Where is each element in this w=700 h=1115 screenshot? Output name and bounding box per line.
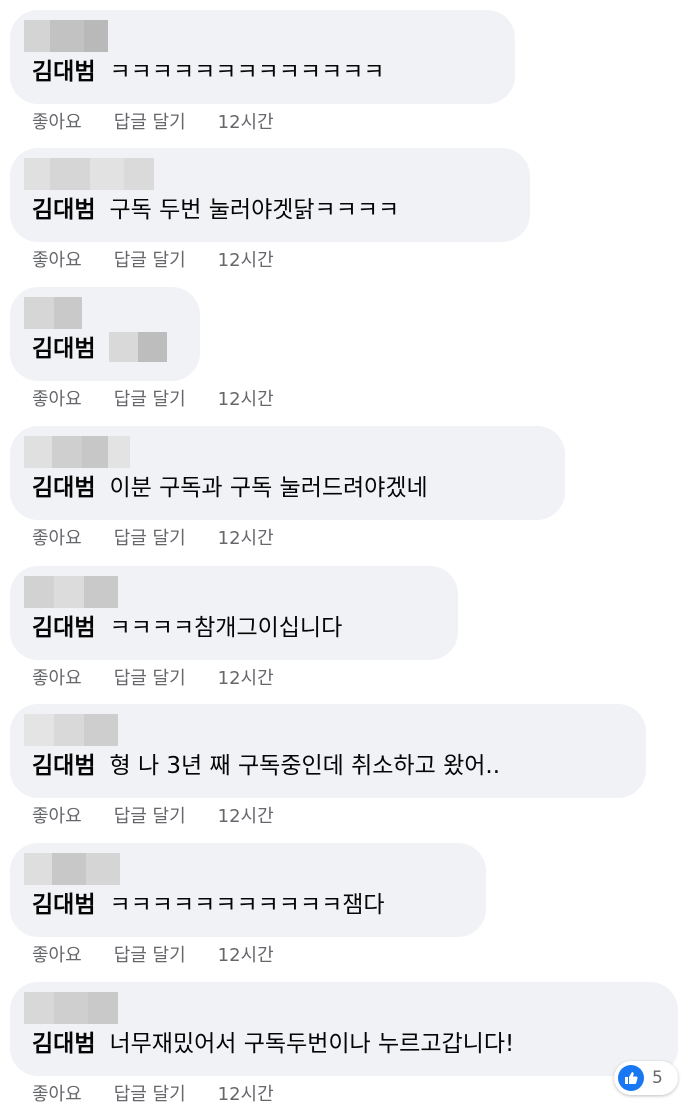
like-button[interactable]: 좋아요: [32, 248, 82, 274]
comment-line: 김대범 이분 구독과 구독 눌러드려야겠네: [32, 468, 428, 508]
comment-text: ㅋㅋㅋㅋㅋㅋㅋㅋㅋㅋㅋㅋㅋ: [109, 59, 385, 85]
blurred-name-redaction: [24, 158, 154, 190]
like-icon: [618, 1065, 644, 1091]
comment-timestamp[interactable]: 12시간: [218, 804, 274, 830]
comment-timestamp[interactable]: 12시간: [218, 248, 274, 274]
comment-line: 김대범: [32, 329, 168, 369]
reaction-count: 5: [652, 1068, 663, 1088]
comment-actions: 좋아요 답글 달기 12시간: [32, 387, 274, 413]
comment-line: 김대범 너무재밌어서 구독두번이나 누르고갑니다!: [32, 1024, 514, 1064]
comment-actions: 좋아요 답글 달기 12시간: [32, 110, 274, 136]
comment-author-link[interactable]: 김대범: [32, 1031, 95, 1057]
blurred-name-redaction: [24, 20, 108, 52]
comment-text: 구독 두번 눌러야겟닭ㅋㅋㅋㅋ: [109, 197, 400, 223]
comment-text: ㅋㅋㅋㅋㅋㅋㅋㅋㅋㅋㅋ잼다: [109, 892, 385, 918]
reply-button[interactable]: 답글 달기: [114, 1082, 186, 1108]
comment-author-link[interactable]: 김대범: [32, 753, 95, 779]
comment-author-link[interactable]: 김대범: [32, 336, 95, 362]
blurred-comment-text: [109, 332, 168, 362]
reply-button[interactable]: 답글 달기: [114, 110, 186, 136]
comment-text: 너무재밌어서 구독두번이나 누르고갑니다!: [109, 1031, 515, 1057]
comment-actions: 좋아요 답글 달기 12시간: [32, 526, 274, 552]
comment-timestamp[interactable]: 12시간: [218, 666, 274, 692]
comment-list: 김대범 ㅋㅋㅋㅋㅋㅋㅋㅋㅋㅋㅋㅋㅋ 좋아요 답글 달기 12시간 김대범 구독 두번 눌러야…: [0, 0, 700, 1115]
like-button[interactable]: 좋아요: [32, 1082, 82, 1108]
comment-bubble: 김대범: [10, 287, 200, 381]
blurred-name-redaction: [24, 576, 118, 608]
comment-line: 김대범 형 나 3년 째 구독중인데 취소하고 왔어..: [32, 746, 500, 786]
comment-author-link[interactable]: 김대범: [32, 475, 95, 501]
comment-item: 김대범 ㅋㅋㅋㅋㅋㅋㅋㅋㅋㅋㅋ잼다좋아요 답글 달기 12시간: [0, 833, 700, 971]
comment-bubble: 김대범 ㅋㅋㅋㅋㅋㅋㅋㅋㅋㅋㅋ잼다: [10, 843, 486, 937]
reply-button[interactable]: 답글 달기: [114, 804, 186, 830]
comment-bubble: 김대범 구독 두번 눌러야겟닭ㅋㅋㅋㅋ: [10, 148, 530, 242]
like-button[interactable]: 좋아요: [32, 387, 82, 413]
comment-actions: 좋아요 답글 달기 12시간: [32, 943, 274, 969]
like-button[interactable]: 좋아요: [32, 526, 82, 552]
comment-item: 김대범좋아요 답글 달기 12시간: [0, 277, 700, 415]
comment-line: 김대범 구독 두번 눌러야겟닭ㅋㅋㅋㅋ: [32, 190, 399, 230]
comment-timestamp[interactable]: 12시간: [218, 1082, 274, 1108]
like-button[interactable]: 좋아요: [32, 943, 82, 969]
comment-actions: 좋아요 답글 달기 12시간: [32, 248, 274, 274]
comment-item: 김대범 너무재밌어서 구독두번이나 누르고갑니다! 좋아요 답글 달기 12시간: [0, 972, 700, 1110]
comment-line: 김대범 ㅋㅋㅋㅋㅋㅋㅋㅋㅋㅋㅋ잼다: [32, 885, 385, 925]
comment-item: 김대범 ㅋㅋㅋㅋ참개그이십니다좋아요 답글 달기 12시간: [0, 556, 700, 694]
blurred-name-redaction: [24, 297, 82, 329]
comment-bubble: 김대범 너무재밌어서 구독두번이나 누르고갑니다!: [10, 982, 678, 1076]
comment-timestamp[interactable]: 12시간: [218, 526, 274, 552]
blurred-name-redaction: [24, 714, 118, 746]
comment-timestamp[interactable]: 12시간: [218, 943, 274, 969]
comment-bubble: 김대범 ㅋㅋㅋㅋ참개그이십니다: [10, 566, 458, 660]
blurred-name-redaction: [24, 436, 130, 468]
comment-bubble: 김대범 이분 구독과 구독 눌러드려야겠네: [10, 426, 565, 520]
comment-item: 김대범 형 나 3년 째 구독중인데 취소하고 왔어.. 좋아요 답글 달기 12시간: [0, 694, 700, 832]
comment-item: 김대범 구독 두번 눌러야겟닭ㅋㅋㅋㅋ 좋아요 답글 달기 12시간: [0, 138, 700, 276]
comment-actions: 좋아요 답글 달기 12시간: [32, 1082, 274, 1108]
comment-item: 김대범 이분 구독과 구독 눌러드려야겠네좋아요 답글 달기 12시간: [0, 416, 700, 554]
comment-item: 김대범 ㅋㅋㅋㅋㅋㅋㅋㅋㅋㅋㅋㅋㅋ 좋아요 답글 달기 12시간: [0, 0, 700, 138]
like-button[interactable]: 좋아요: [32, 804, 82, 830]
reply-button[interactable]: 답글 달기: [114, 666, 186, 692]
blurred-name-redaction: [24, 992, 118, 1024]
reply-button[interactable]: 답글 달기: [114, 526, 186, 552]
comment-author-link[interactable]: 김대범: [32, 197, 95, 223]
comment-author-link[interactable]: 김대범: [32, 615, 95, 641]
comment-actions: 좋아요 답글 달기 12시간: [32, 666, 274, 692]
comment-line: 김대범 ㅋㅋㅋㅋㅋㅋㅋㅋㅋㅋㅋㅋㅋ: [32, 52, 385, 92]
blurred-name-redaction: [24, 853, 120, 885]
comment-timestamp[interactable]: 12시간: [218, 110, 274, 136]
comment-text: ㅋㅋㅋㅋ참개그이십니다: [109, 615, 343, 641]
reply-button[interactable]: 답글 달기: [114, 387, 186, 413]
comment-text: 형 나 3년 째 구독중인데 취소하고 왔어..: [109, 753, 501, 779]
like-button[interactable]: 좋아요: [32, 110, 82, 136]
comment-author-link[interactable]: 김대범: [32, 59, 95, 85]
comment-timestamp[interactable]: 12시간: [218, 387, 274, 413]
comment-bubble: 김대범 형 나 3년 째 구독중인데 취소하고 왔어..: [10, 704, 646, 798]
comment-author-link[interactable]: 김대범: [32, 892, 95, 918]
comment-line: 김대범 ㅋㅋㅋㅋ참개그이십니다: [32, 608, 342, 648]
comment-actions: 좋아요 답글 달기 12시간: [32, 804, 274, 830]
reply-button[interactable]: 답글 달기: [114, 248, 186, 274]
comment-bubble: 김대범 ㅋㅋㅋㅋㅋㅋㅋㅋㅋㅋㅋㅋㅋ: [10, 10, 515, 104]
reaction-summary[interactable]: 5: [614, 1061, 678, 1095]
reply-button[interactable]: 답글 달기: [114, 943, 186, 969]
comment-text: 이분 구독과 구독 눌러드려야겠네: [109, 475, 428, 501]
like-button[interactable]: 좋아요: [32, 666, 82, 692]
